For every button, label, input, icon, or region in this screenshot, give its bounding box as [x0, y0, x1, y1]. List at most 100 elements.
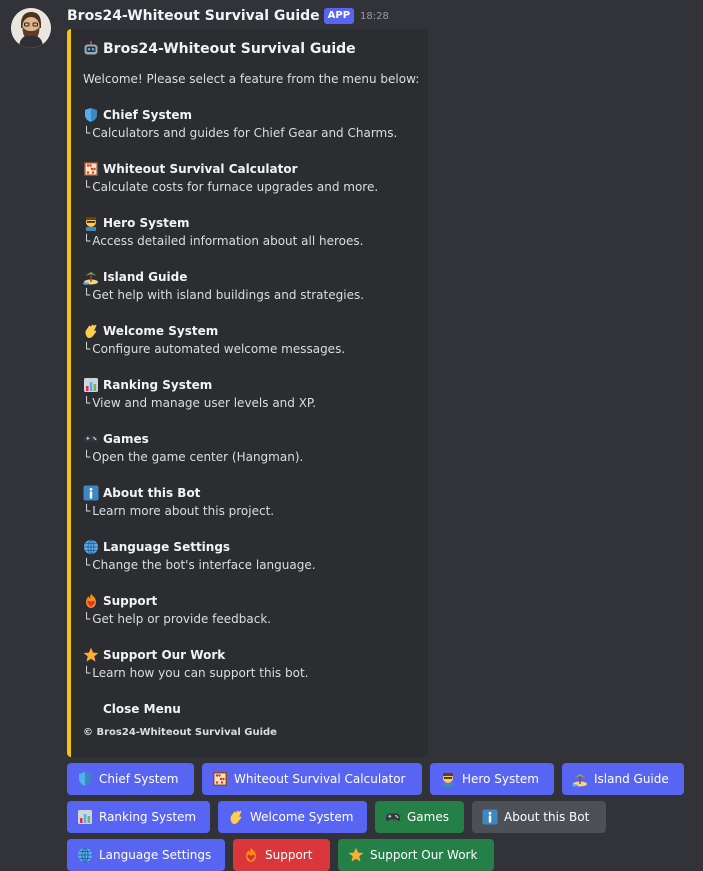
- feature-title: Ranking System: [103, 378, 213, 392]
- gamepad-icon: [83, 431, 99, 447]
- hero-icon: [83, 215, 99, 231]
- feature-calculator: Whiteout Survival Calculator └ Calculate …: [83, 160, 423, 196]
- calculator-button[interactable]: Whiteout Survival Calculator: [202, 763, 422, 795]
- feature-chief-system: Chief System └ Calculators and guides for…: [83, 106, 423, 142]
- gamepad-icon: [385, 809, 401, 825]
- info-icon: [83, 485, 99, 501]
- support-our-work-button[interactable]: Support Our Work: [338, 839, 494, 871]
- corner-glyph: └: [83, 288, 91, 302]
- app-badge: APP: [323, 8, 355, 24]
- button-label: Support Our Work: [370, 848, 478, 862]
- fire-heart-icon: [243, 847, 259, 863]
- message-header: Bros24-Whiteout Survival Guide APP 18:28: [67, 6, 389, 26]
- button-label: Whiteout Survival Calculator: [234, 772, 406, 786]
- chart-icon: [83, 377, 99, 393]
- ranking-system-button[interactable]: Ranking System: [67, 801, 210, 833]
- button-label: Hero System: [462, 772, 539, 786]
- feature-desc: Calculate costs for furnace upgrades and…: [92, 180, 379, 194]
- feature-language-settings: Language Settings └ Change the bot's inte…: [83, 538, 423, 574]
- star-icon: [348, 847, 364, 863]
- hero-system-button[interactable]: Hero System: [430, 763, 554, 795]
- corner-glyph: └: [83, 396, 91, 410]
- globe-icon: [83, 539, 99, 555]
- support-button[interactable]: Support: [233, 839, 330, 871]
- welcome-system-button[interactable]: Welcome System: [218, 801, 367, 833]
- button-row-1: Chief System Whiteout Survival Calculato…: [67, 763, 684, 795]
- feature-desc: Configure automated welcome messages.: [92, 342, 346, 356]
- shield-icon: [83, 107, 99, 123]
- corner-glyph: └: [83, 450, 91, 464]
- corner-glyph: └: [83, 342, 91, 356]
- feature-island-guide: Island Guide └ Get help with island build…: [83, 268, 423, 304]
- feature-title: Chief System: [103, 108, 192, 122]
- feature-about-bot: About this Bot └ Learn more about this pr…: [83, 484, 423, 520]
- about-bot-button[interactable]: About this Bot: [472, 801, 606, 833]
- globe-icon: [77, 847, 93, 863]
- embed-description: Welcome! Please select a feature from th…: [83, 72, 420, 86]
- feature-title: Support Our Work: [103, 648, 226, 662]
- abacus-icon: [212, 771, 228, 787]
- corner-glyph: └: [83, 126, 91, 140]
- embed-footer: © Bros24-Whiteout Survival Guide: [83, 727, 277, 738]
- feature-desc: Learn more about this project.: [92, 504, 275, 518]
- bot-avatar[interactable]: [11, 8, 51, 48]
- shield-icon: [77, 771, 93, 787]
- bot-username[interactable]: Bros24-Whiteout Survival Guide: [67, 8, 320, 24]
- close-icon: [83, 701, 99, 717]
- feature-games: Games └ Open the game center (Hangman).: [83, 430, 423, 466]
- feature-support-our-work: Support Our Work └ Learn how you can supp…: [83, 646, 423, 682]
- feature-title: Welcome System: [103, 324, 219, 338]
- hero-icon: [440, 771, 456, 787]
- feature-desc: Get help or provide feedback.: [92, 612, 272, 626]
- message-timestamp[interactable]: 18:28: [360, 11, 389, 22]
- embed-title: Bros24-Whiteout Survival Guide: [83, 41, 356, 57]
- robot-icon: [83, 41, 99, 57]
- corner-glyph: └: [83, 558, 91, 572]
- feature-ranking-system: Ranking System └ View and manage user lev…: [83, 376, 423, 412]
- button-label: Island Guide: [594, 772, 669, 786]
- button-label: Welcome System: [250, 810, 354, 824]
- feature-desc: Calculators and guides for Chief Gear an…: [92, 126, 398, 140]
- island-icon: [572, 771, 588, 787]
- abacus-icon: [83, 161, 99, 177]
- language-settings-button[interactable]: Language Settings: [67, 839, 225, 871]
- feature-support: Support └ Get help or provide feedback.: [83, 592, 423, 628]
- wave-icon: [228, 809, 244, 825]
- feature-title: Hero System: [103, 216, 190, 230]
- corner-glyph: └: [83, 504, 91, 518]
- feature-desc: Access detailed information about all he…: [92, 234, 364, 248]
- button-label: Games: [407, 810, 449, 824]
- fire-heart-icon: [83, 593, 99, 609]
- feature-title: Island Guide: [103, 270, 188, 284]
- info-icon: [482, 809, 498, 825]
- feature-title: Support: [103, 594, 158, 608]
- button-label: Chief System: [99, 772, 179, 786]
- games-button[interactable]: Games: [375, 801, 464, 833]
- feature-desc: Change the bot's interface language.: [92, 558, 316, 572]
- feature-desc: Get help with island buildings and strat…: [92, 288, 365, 302]
- embed-title-text: Bros24-Whiteout Survival Guide: [103, 41, 356, 57]
- chart-icon: [77, 809, 93, 825]
- island-guide-button[interactable]: Island Guide: [562, 763, 684, 795]
- star-icon: [83, 647, 99, 663]
- button-row-3: Language Settings Support Support Our Wo…: [67, 839, 494, 871]
- corner-glyph: └: [83, 612, 91, 626]
- button-label: Ranking System: [99, 810, 197, 824]
- feature-title: Close Menu: [103, 702, 181, 716]
- corner-glyph: └: [83, 666, 91, 680]
- corner-glyph: └: [83, 180, 91, 194]
- chief-system-button[interactable]: Chief System: [67, 763, 194, 795]
- feature-desc: View and manage user levels and XP.: [92, 396, 317, 410]
- button-row-2: Ranking System Welcome System Games Abou…: [67, 801, 606, 833]
- bearded-man-avatar-icon: [11, 8, 51, 48]
- corner-glyph: └: [83, 234, 91, 248]
- wave-icon: [83, 323, 99, 339]
- feature-hero-system: Hero System └ Access detailed information…: [83, 214, 423, 250]
- feature-desc: Open the game center (Hangman).: [92, 450, 304, 464]
- feature-title: About this Bot: [103, 486, 201, 500]
- island-icon: [83, 269, 99, 285]
- feature-title: Games: [103, 432, 149, 446]
- feature-desc: Learn how you can support this bot.: [92, 666, 309, 680]
- button-label: About this Bot: [504, 810, 590, 824]
- button-label: Support: [265, 848, 313, 862]
